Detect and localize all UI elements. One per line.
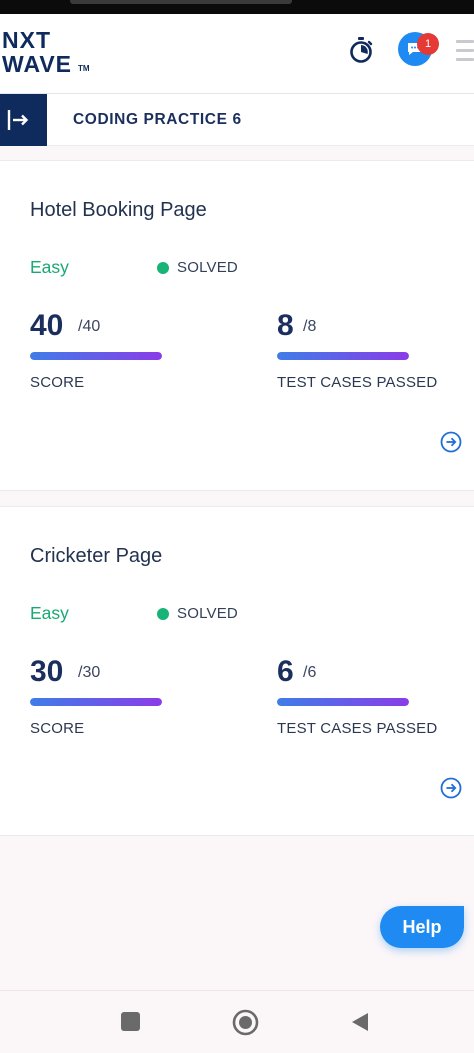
sidebar-toggle-button[interactable] xyxy=(0,94,47,146)
tests-total: /6 xyxy=(303,664,317,681)
score-progress-bar xyxy=(30,352,162,360)
score-total: /40 xyxy=(78,318,101,335)
status-label: SOLVED xyxy=(177,605,238,622)
tests-label: TEST CASES PASSED xyxy=(277,720,438,737)
tests-progress-fill xyxy=(277,698,409,706)
score-total: /30 xyxy=(78,664,101,681)
logo-line-1: NXT xyxy=(2,27,51,53)
system-navigation-bar xyxy=(0,990,474,1053)
help-button[interactable]: Help xyxy=(380,906,464,948)
solved-status-dot-icon xyxy=(157,608,169,620)
top-header: NXT WAVE TM 1 xyxy=(0,14,474,94)
recent-apps-icon[interactable] xyxy=(121,1012,140,1031)
open-question-arrow-icon[interactable] xyxy=(440,431,462,453)
tests-passed-value: 6 xyxy=(277,655,294,688)
question-card[interactable]: Cricketer Page Easy SOLVED 30 /30 SCORE … xyxy=(0,506,474,836)
question-title[interactable]: Cricketer Page xyxy=(30,545,162,568)
score-label: SCORE xyxy=(30,374,85,391)
difficulty-label: Easy xyxy=(30,603,69,623)
test-cases-stat: 8 /8 TEST CASES PASSED xyxy=(277,309,474,399)
solved-status-dot-icon xyxy=(157,262,169,274)
tests-total: /8 xyxy=(303,318,317,335)
tests-progress-bar xyxy=(277,698,409,706)
back-icon[interactable] xyxy=(350,1011,370,1033)
score-stat: 30 /30 SCORE xyxy=(30,655,230,745)
tests-progress-fill xyxy=(277,352,409,360)
home-icon[interactable] xyxy=(232,1009,259,1036)
question-title[interactable]: Hotel Booking Page xyxy=(30,199,207,222)
tests-passed-value: 8 xyxy=(277,309,294,342)
sidebar-expand-icon xyxy=(7,110,29,130)
app-screen: NXT WAVE TM 1 CODING PRACTICE 6 Hotel Bo… xyxy=(0,0,474,1053)
test-cases-stat: 6 /6 TEST CASES PASSED xyxy=(277,655,474,745)
score-progress-fill xyxy=(30,698,162,706)
logo-line-2: WAVE xyxy=(2,51,73,77)
open-question-arrow-icon[interactable] xyxy=(440,777,462,799)
practice-title: CODING PRACTICE 6 xyxy=(73,111,242,128)
question-card[interactable]: Hotel Booking Page Easy SOLVED 40 /40 SC… xyxy=(0,160,474,491)
camera-notch xyxy=(70,0,292,4)
score-value: 30 xyxy=(30,655,64,688)
score-progress-fill xyxy=(30,352,162,360)
status-bar xyxy=(0,0,474,14)
spacer xyxy=(0,146,474,160)
logo-trademark: TM xyxy=(78,64,90,73)
score-stat: 40 /40 SCORE xyxy=(30,309,230,399)
status-label: SOLVED xyxy=(177,259,238,276)
practice-header: CODING PRACTICE 6 xyxy=(0,94,474,146)
difficulty-label: Easy xyxy=(30,257,69,277)
tests-label: TEST CASES PASSED xyxy=(277,374,438,391)
score-value: 40 xyxy=(30,309,64,342)
notification-badge: 1 xyxy=(417,33,439,55)
tests-progress-bar xyxy=(277,352,409,360)
stopwatch-icon[interactable] xyxy=(348,36,374,64)
score-label: SCORE xyxy=(30,720,85,737)
hamburger-menu-icon[interactable] xyxy=(456,40,474,62)
score-progress-bar xyxy=(30,698,162,706)
nxtwave-logo[interactable]: NXT WAVE TM xyxy=(2,28,98,84)
